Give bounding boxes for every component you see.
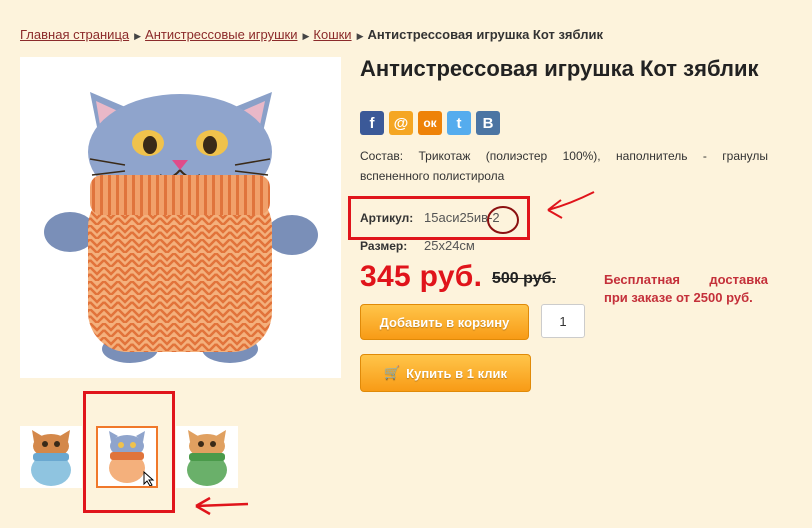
annotation-arrow-icon [195,502,249,508]
annotation-arrow-icon [547,191,595,211]
annotation-circle [487,206,519,234]
annotation-layer [195,191,595,516]
